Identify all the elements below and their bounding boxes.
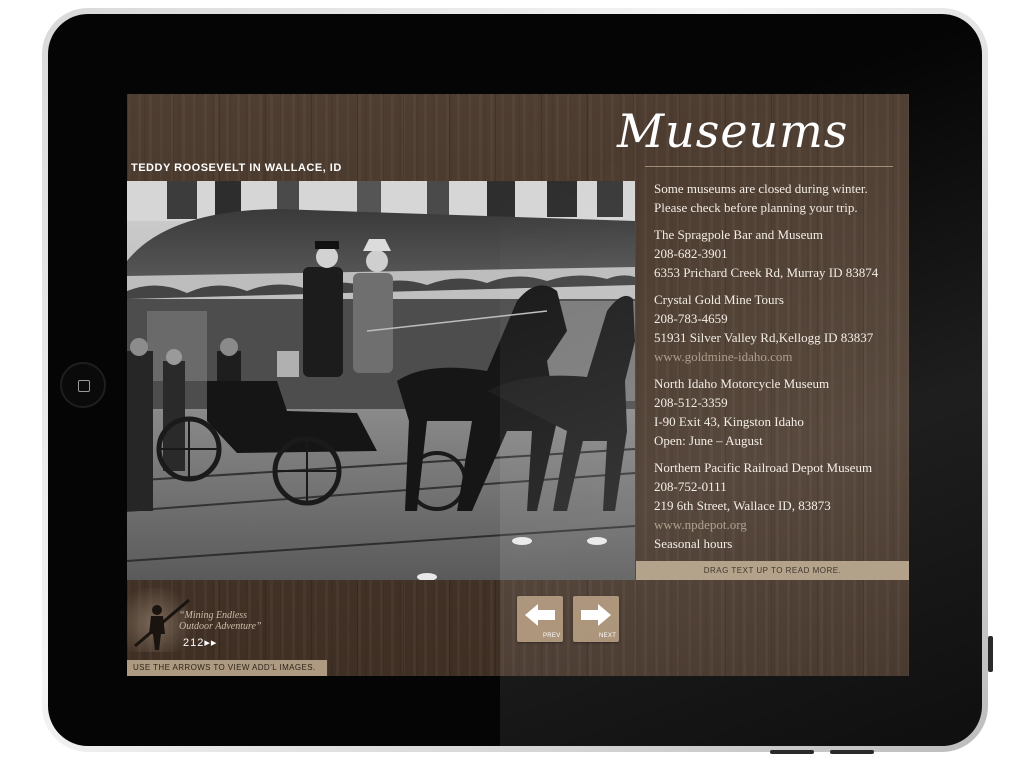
home-square-icon (78, 380, 90, 392)
app-screen: Museums TEDDY ROOSEVELT IN WALLACE, ID S… (127, 94, 909, 676)
bottom-button-right (830, 750, 874, 754)
arrows-hint-bar: USE THE ARROWS TO VIEW ADD’L IMAGES. (127, 660, 327, 676)
museum-entry: Crystal Gold Mine Tours 208-783-4659 519… (654, 290, 904, 366)
museum-phone[interactable]: 208-682-3901 (654, 244, 904, 263)
museum-name: North Idaho Motorcycle Museum (654, 376, 830, 391)
historic-photo[interactable] (127, 181, 635, 580)
next-label: NEXT (599, 633, 617, 639)
drag-hint-bar: DRAG TEXT UP TO READ MORE. (636, 561, 909, 580)
tagline: “Mining Endless Outdoor Adventure” (179, 610, 262, 632)
museum-phone[interactable]: 208-752-0111 (654, 477, 904, 496)
page-title: Museums (617, 104, 849, 158)
museum-name: The Spragpole Bar and Museum (654, 227, 823, 242)
museum-hours: Seasonal hours (654, 536, 733, 551)
museum-website-link[interactable]: www.npdepot.org (654, 515, 904, 534)
museum-address: 6353 Prichard Creek Rd, Murray ID 83874 (654, 265, 879, 280)
museum-hours: Open: June – August (654, 433, 763, 448)
arrow-left-icon (525, 604, 555, 626)
volume-button[interactable] (988, 636, 993, 672)
next-button[interactable]: NEXT (573, 596, 619, 642)
title-divider (645, 166, 893, 167)
tagline-line-1: “Mining Endless (179, 610, 248, 621)
museum-entry: North Idaho Motorcycle Museum 208-512-33… (654, 374, 904, 450)
museum-address: I-90 Exit 43, Kingston Idaho (654, 414, 804, 429)
museum-entry: Northern Pacific Railroad Depot Museum 2… (654, 458, 904, 553)
museum-phone[interactable]: 208-512-3359 (654, 393, 904, 412)
area-code-badge: 212▸▸ (183, 637, 218, 649)
bottom-button-left (770, 750, 814, 754)
museum-name: Crystal Gold Mine Tours (654, 292, 784, 307)
prev-button[interactable]: PREV (517, 596, 563, 642)
home-button[interactable] (60, 362, 106, 408)
arrow-right-icon (581, 604, 611, 626)
photo-caption: TEDDY ROOSEVELT IN WALLACE, ID (131, 162, 342, 174)
tagline-line-2: Outdoor Adventure” (179, 621, 262, 632)
museum-phone[interactable]: 208-783-4659 (654, 309, 904, 328)
brand-logo-area: “Mining Endless Outdoor Adventure” 212▸▸ (127, 584, 327, 660)
museum-address: 51931 Silver Valley Rd,Kellogg ID 83837 (654, 330, 874, 345)
intro-text: Some museums are closed during winter. P… (654, 181, 868, 215)
museum-entry: The Spragpole Bar and Museum 208-682-390… (654, 225, 904, 282)
museum-name: Northern Pacific Railroad Depot Museum (654, 460, 873, 475)
museum-address: 219 6th Street, Wallace ID, 83873 (654, 498, 831, 513)
museum-list[interactable]: Some museums are closed during winter. P… (654, 179, 904, 553)
prev-label: PREV (543, 633, 561, 639)
historic-photo-illustration (127, 181, 635, 580)
museum-website-link[interactable]: www.goldmine-idaho.com (654, 347, 904, 366)
